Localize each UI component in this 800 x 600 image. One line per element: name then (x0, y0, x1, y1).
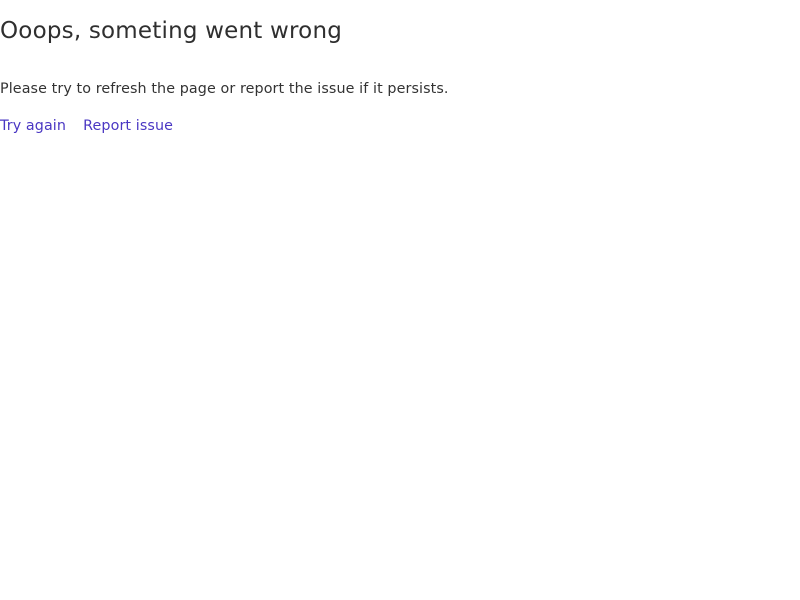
error-actions: Try again Report issue (0, 115, 173, 136)
error-message: Please try to refresh the page or report… (0, 81, 449, 97)
try-again-link[interactable]: Try again (0, 116, 66, 136)
error-title: Ooops, someting went wrong (0, 18, 343, 44)
report-issue-link[interactable]: Report issue (83, 116, 173, 136)
